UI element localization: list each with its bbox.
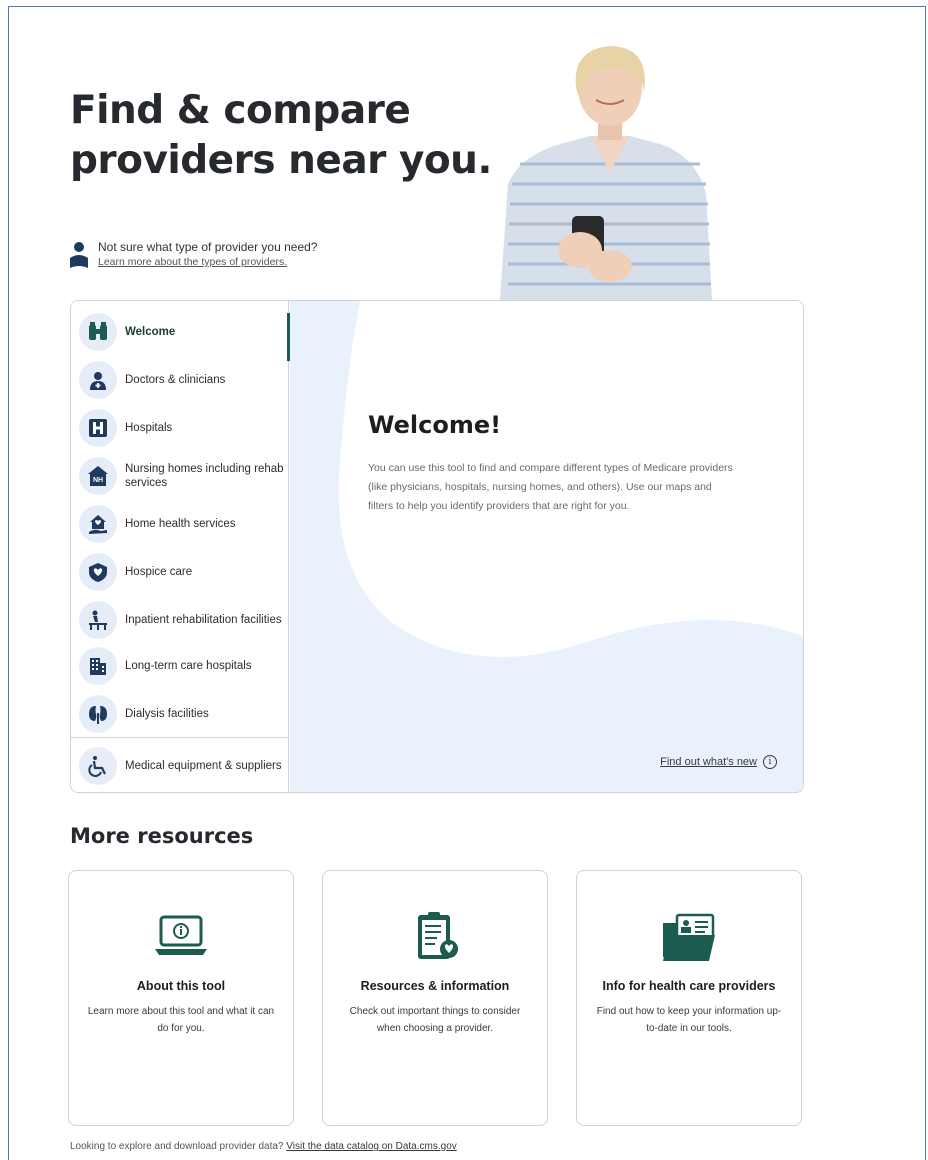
- hospital-h-icon: [79, 409, 117, 447]
- laptop-info-icon: [155, 915, 207, 955]
- wheelchair-icon: [79, 747, 117, 785]
- info-icon[interactable]: i: [763, 755, 777, 769]
- card-title: Resources & information: [360, 979, 510, 993]
- rehab-facility-icon: [79, 601, 117, 639]
- page-title: Find & compare providers near you.: [70, 86, 530, 186]
- sidebar-item-long-term-care[interactable]: Long-term care hospitals: [71, 643, 289, 689]
- card-info-health-care-providers[interactable]: Info for health care providers Find out …: [576, 870, 802, 1126]
- sidebar-item-doctors[interactable]: Doctors & clinicians: [71, 357, 289, 403]
- building-icon: [79, 647, 117, 685]
- sidebar-item-label: Long-term care hospitals: [125, 660, 252, 672]
- data-catalog-footer: Looking to explore and download provider…: [70, 1141, 457, 1152]
- hospice-heart-icon: [79, 553, 117, 591]
- help-question: Not sure what type of provider you need?: [98, 240, 318, 254]
- card-description: Find out how to keep your information up…: [596, 1006, 782, 1034]
- card-description: Check out important things to consider w…: [349, 1006, 521, 1034]
- folder-id-icon: [663, 913, 715, 961]
- sidebar-item-label: Hospice care: [125, 566, 193, 578]
- sidebar-item-home-health[interactable]: Home health services: [71, 501, 289, 547]
- sidebar-item-hospitals[interactable]: Hospitals: [71, 405, 289, 451]
- sidebar-item-label: Medical equipment & suppliers: [125, 760, 282, 772]
- welcome-content: Welcome! You can use this tool to find a…: [290, 301, 803, 792]
- person-reading-icon: [70, 242, 88, 268]
- sidebar-item-label: Nursing homes including rehab services: [125, 463, 284, 489]
- sidebar-item-hospice[interactable]: Hospice care: [71, 549, 289, 595]
- sidebar-item-inpatient-rehab[interactable]: Inpatient rehabilitation facilities: [71, 597, 289, 643]
- provider-help: Not sure what type of provider you need?…: [68, 240, 317, 270]
- data-catalog-link[interactable]: Visit the data catalog on Data.cms.gov: [286, 1141, 456, 1152]
- provider-sidebar: Welcome Doctors & clinicians Hospitals N…: [71, 301, 290, 792]
- provider-types-link[interactable]: Learn more about the types of providers.: [98, 255, 317, 270]
- sidebar-item-welcome[interactable]: Welcome: [71, 309, 290, 361]
- svg-text:NH: NH: [93, 477, 103, 484]
- kidney-icon: [79, 695, 117, 733]
- card-title: About this tool: [136, 979, 226, 993]
- page-title-line2: providers near you.: [70, 138, 492, 183]
- sidebar-item-medical-equipment[interactable]: Medical equipment & suppliers: [71, 743, 289, 789]
- sidebar-item-label: Home health services: [125, 518, 236, 530]
- sidebar-item-label: Inpatient rehabilitation facilities: [125, 614, 282, 626]
- sidebar-item-label: Doctors & clinicians: [125, 374, 226, 386]
- sidebar-item-label: Hospitals: [125, 422, 173, 434]
- sidebar-item-label: Welcome: [125, 326, 176, 338]
- card-description: Learn more about this tool and what it c…: [87, 1006, 275, 1034]
- sidebar-divider: [71, 737, 289, 738]
- welcome-heading: Welcome!: [368, 411, 502, 439]
- card-about-tool[interactable]: About this tool Learn more about this to…: [68, 870, 294, 1126]
- welcome-wave-shape: [338, 301, 803, 657]
- more-resources-heading: More resources: [70, 824, 254, 848]
- welcome-description: You can use this tool to find and compar…: [368, 462, 733, 512]
- footer-text: Looking to explore and download provider…: [70, 1141, 284, 1152]
- hero-photo: [500, 46, 712, 300]
- clipboard-heart-icon: [418, 912, 458, 959]
- nursing-home-icon: NH: [79, 457, 117, 495]
- page-title-line1: Find & compare: [70, 88, 411, 133]
- whats-new-link[interactable]: Find out what's new: [660, 756, 757, 768]
- sidebar-item-dialysis[interactable]: Dialysis facilities: [71, 691, 289, 737]
- home-health-icon: [79, 505, 117, 543]
- sidebar-item-label: Dialysis facilities: [125, 708, 209, 720]
- sidebar-item-nursing-homes[interactable]: NH Nursing homes including rehab service…: [71, 453, 289, 499]
- card-title: Info for health care providers: [602, 979, 776, 993]
- provider-type-panel: Welcome Doctors & clinicians Hospitals N…: [70, 300, 804, 793]
- whats-new: Find out what's new i: [660, 755, 777, 769]
- binoculars-icon: [79, 313, 117, 351]
- card-resources-information[interactable]: Resources & information Check out import…: [322, 870, 548, 1126]
- doctor-icon: [79, 361, 117, 399]
